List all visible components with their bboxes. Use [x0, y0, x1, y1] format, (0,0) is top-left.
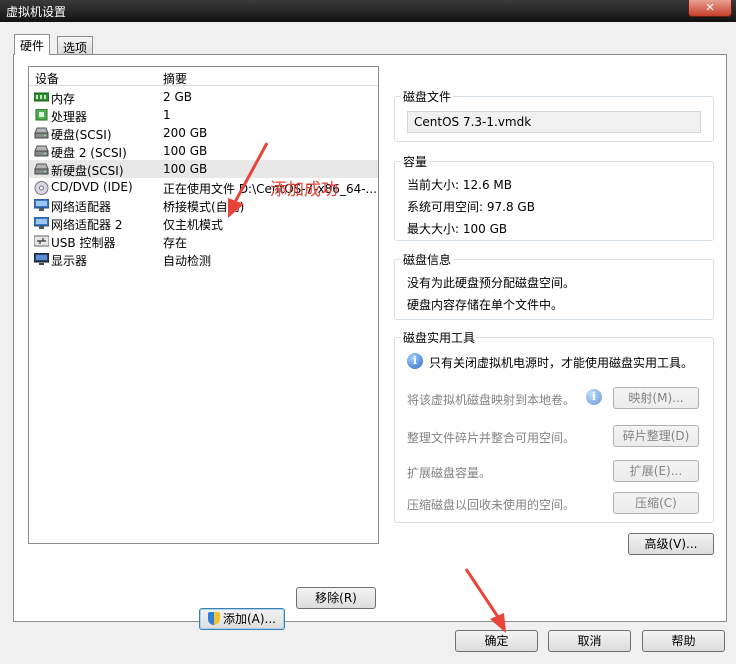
device-name: 处理器	[51, 110, 88, 124]
hdd-icon	[34, 163, 49, 175]
device-name: 新硬盘(SCSI)	[51, 164, 124, 178]
compact-label: 压缩磁盘以回收未使用的空间。	[407, 498, 576, 512]
annotation-arrow-icon	[228, 142, 269, 218]
utilities-notice: 只有关闭虚拟机电源时，才能使用磁盘实用工具。	[429, 356, 694, 370]
device-name: 硬盘 2 (SCSI)	[51, 146, 127, 160]
column-header-device[interactable]: 设备	[35, 70, 59, 87]
hdd-icon	[34, 127, 49, 139]
defrag-button[interactable]: 碎片整理(D)	[613, 425, 699, 447]
device-summary: 存在	[163, 236, 188, 250]
tab-options[interactable]: 选项	[57, 36, 94, 55]
disk-info-line2: 硬盘内容存储在单个文件中。	[407, 298, 564, 312]
device-row[interactable]: 显示器 自动检测	[29, 250, 378, 268]
disk-utilities-title: 磁盘实用工具	[401, 329, 478, 346]
device-summary: 100 GB	[163, 162, 208, 176]
defrag-label: 整理文件碎片并整合可用空间。	[407, 431, 576, 445]
column-header-summary[interactable]: 摘要	[163, 70, 187, 87]
info-icon: i	[407, 353, 423, 369]
usb-icon	[33, 235, 50, 247]
window-title: 虚拟机设置	[6, 5, 67, 19]
hdd-icon	[34, 145, 49, 157]
memory-icon	[33, 91, 50, 103]
expand-label: 扩展磁盘容量。	[407, 466, 492, 480]
network-icon	[33, 216, 50, 229]
disk-info-title: 磁盘信息	[401, 251, 454, 268]
device-summary: 100 GB	[163, 144, 208, 158]
ok-arrow-icon	[464, 568, 506, 633]
map-button[interactable]: 映射(M)...	[613, 387, 699, 409]
device-name: 内存	[51, 92, 76, 106]
device-summary: 自动检测	[163, 254, 212, 268]
map-label: 将该虚拟机磁盘映射到本地卷。	[407, 393, 576, 407]
close-button[interactable]: ✕	[688, 0, 732, 17]
close-icon: ✕	[705, 1, 715, 14]
device-list[interactable]: 设备 摘要 内存 2 GB 处理器 1 硬盘(SCSI) 200 GB 硬盘 2 (SCSI…	[28, 66, 379, 544]
network-icon	[33, 198, 50, 211]
device-row[interactable]: 硬盘(SCSI) 200 GB	[29, 124, 378, 142]
capacity-group: 容量 当前大小: 12.6 MB 系统可用空间: 97.8 GB 最大大小: 1…	[394, 153, 714, 241]
disk-info-group: 磁盘信息 没有为此硬盘预分配磁盘空间。 硬盘内容存储在单个文件中。	[394, 251, 714, 320]
shield-icon	[207, 612, 220, 625]
device-name: USB 控制器	[51, 236, 116, 250]
device-name: 显示器	[51, 254, 88, 268]
device-name: 硬盘(SCSI)	[51, 128, 112, 142]
device-summary: 仅主机模式	[163, 218, 224, 232]
capacity-title: 容量	[401, 153, 430, 170]
device-row[interactable]: USB 控制器 存在	[29, 232, 378, 250]
disk-file-field[interactable]: CentOS 7.3-1.vmdk	[407, 111, 701, 133]
max-size: 最大大小: 100 GB	[407, 222, 508, 236]
annotation-text: 添加成功	[270, 180, 338, 200]
cpu-icon	[34, 108, 49, 121]
device-row[interactable]: 处理器 1	[29, 106, 378, 124]
help-button[interactable]: 帮助	[642, 630, 725, 652]
device-row[interactable]: 网络适配器 2 仅主机模式	[29, 214, 378, 232]
hardware-panel: 设备 摘要 内存 2 GB 处理器 1 硬盘(SCSI) 200 GB 硬盘 2 (SCSI…	[13, 54, 727, 630]
device-name: CD/DVD (IDE)	[51, 180, 133, 194]
disk-file-title: 磁盘文件	[401, 88, 454, 105]
add-button-label: 添加(A)...	[222, 612, 277, 626]
advanced-button[interactable]: 高级(V)...	[628, 533, 714, 555]
compact-button[interactable]: 压缩(C)	[613, 492, 699, 514]
device-list-header: 设备 摘要	[29, 67, 378, 86]
available-space: 系统可用空间: 97.8 GB	[407, 200, 535, 214]
title-bar: 虚拟机设置 ✕	[0, 0, 736, 22]
disk-file-group: 磁盘文件 CentOS 7.3-1.vmdk	[394, 88, 714, 142]
device-row[interactable]: 硬盘 2 (SCSI) 100 GB	[29, 142, 378, 160]
add-button[interactable]: 添加(A)...	[199, 608, 285, 630]
cd-icon	[34, 181, 49, 195]
tab-hardware[interactable]: 硬件	[14, 34, 51, 55]
device-name: 网络适配器 2	[51, 218, 123, 232]
cancel-button[interactable]: 取消	[548, 630, 631, 652]
remove-button[interactable]: 移除(R)	[296, 587, 376, 609]
expand-button[interactable]: 扩展(E)...	[613, 460, 699, 482]
device-name: 网络适配器	[51, 200, 112, 214]
info-icon: i	[586, 389, 602, 405]
disk-info-line1: 没有为此硬盘预分配磁盘空间。	[407, 276, 576, 290]
device-row[interactable]: 内存 2 GB	[29, 88, 378, 106]
current-size: 当前大小: 12.6 MB	[407, 178, 512, 192]
device-summary: 200 GB	[163, 126, 208, 140]
monitor-icon	[33, 252, 50, 265]
device-summary: 1	[163, 108, 171, 122]
settings-window: 硬件 选项 设备 摘要 内存 2 GB 处理器 1 硬盘(SCSI) 200 GB 硬盘 2…	[0, 22, 736, 664]
disk-utilities-group: 磁盘实用工具 i 只有关闭虚拟机电源时，才能使用磁盘实用工具。 将该虚拟机磁盘映…	[394, 329, 714, 523]
device-summary: 2 GB	[163, 90, 192, 104]
